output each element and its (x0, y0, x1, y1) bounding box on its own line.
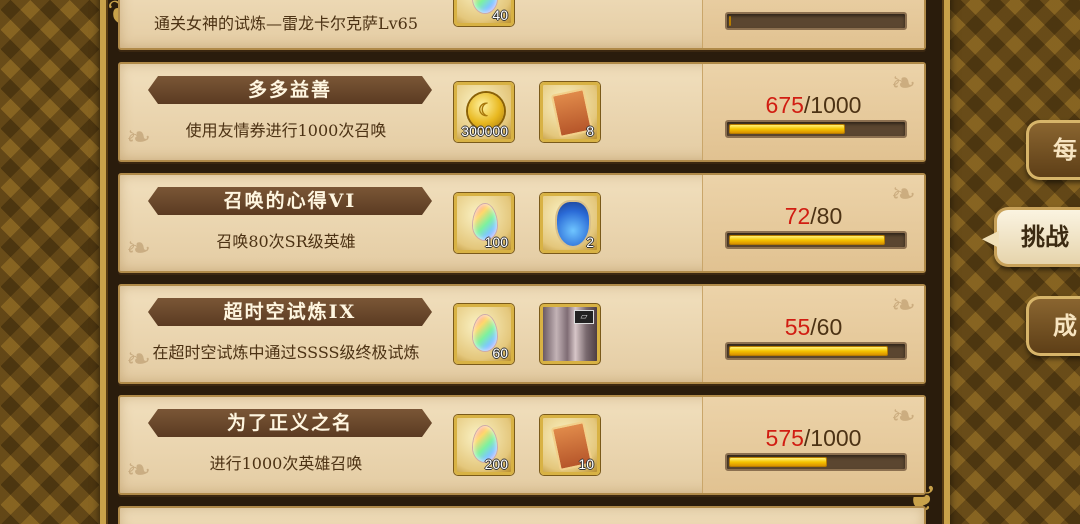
progress-count: 575/1000 (703, 425, 924, 452)
progress-bar (725, 453, 907, 471)
reward-slot[interactable]: 100 (454, 193, 514, 253)
reward-qty: 40 (492, 7, 508, 23)
mission-card-1[interactable]: ❧ 675/1000 ❧ 多多益善 使用友情券进行1000次召唤 ☾ 30000… (118, 62, 926, 162)
image-badge-icon: ▱ (574, 310, 594, 324)
left-decoration (0, 0, 100, 524)
progress-current: 72 (784, 203, 811, 229)
progress-bar (725, 120, 907, 138)
tab-label: 成 (1053, 311, 1077, 340)
reward-slot[interactable]: ☾ 300000 (454, 82, 514, 142)
reward-slot[interactable]: 8 (540, 82, 600, 142)
progress-bar (725, 12, 907, 30)
progress-panel: ❧ 575/1000 (702, 397, 924, 493)
potion-icon (557, 202, 589, 246)
mission-description: 使用友情券进行1000次召唤 (185, 121, 387, 140)
progress-panel: ❧ 675/1000 (702, 64, 924, 160)
mission-card-5[interactable] (118, 506, 926, 524)
progress-fill (729, 124, 846, 134)
mission-title: 召唤的心得VI (148, 187, 432, 215)
mission-card-0[interactable]: 通关女神的试炼—雷龙卡尔克萨Lv65 40 (118, 0, 926, 50)
tab-challenge[interactable]: 挑战 (994, 207, 1080, 267)
mission-card-2[interactable]: ❧ 72/80 ❧ 召唤的心得VI 召唤80次SR级英雄 100 2 (118, 173, 926, 273)
reward-qty: 2 (586, 234, 594, 250)
reward-slot[interactable]: ▱ (540, 304, 600, 364)
progress-count: 72/80 (703, 203, 924, 230)
progress-panel: ❧ 72/80 (702, 175, 924, 271)
reward-qty: 100 (484, 234, 508, 250)
reward-slot[interactable]: 60 (454, 304, 514, 364)
reward-qty: 200 (484, 456, 508, 472)
mission-title: 为了正义之名 (148, 409, 432, 437)
mission-card-3[interactable]: ❧ 55/60 ❧ 超时空试炼IX 在超时空试炼中通过SSSS级终极试炼 60 … (118, 284, 926, 384)
selected-arrow-icon: ◀ (982, 226, 999, 251)
progress-bar (725, 342, 907, 360)
progress-fill (729, 457, 828, 467)
reward-qty: 8 (586, 123, 594, 139)
mission-description: 召唤80次SR级英雄 (216, 232, 356, 251)
mission-description: 通关女神的试炼—雷龙卡尔克萨Lv65 (153, 14, 419, 33)
reward-slot[interactable]: 40 (454, 0, 514, 26)
mission-description: 在超时空试炼中通过SSSS级终极试炼 (152, 343, 420, 362)
reward-qty: 60 (492, 345, 508, 361)
reward-slot[interactable]: 2 (540, 193, 600, 253)
mission-description: 进行1000次英雄召唤 (209, 454, 363, 473)
reward-slot[interactable]: 200 (454, 415, 514, 475)
progress-total: /80 (810, 203, 843, 229)
reward-qty: 300000 (461, 123, 508, 139)
progress-bar (725, 231, 907, 249)
mission-card-4[interactable]: ❧ 575/1000 ❧ 为了正义之名 进行1000次英雄召唤 200 10 (118, 395, 926, 495)
progress-total: /1000 (803, 92, 862, 118)
mission-title: 多多益善 (148, 76, 432, 104)
reward-qty: 10 (578, 456, 594, 472)
tab-daily[interactable]: 每 (1026, 120, 1080, 180)
progress-count: 675/1000 (703, 92, 924, 119)
tab-label: 挑战 (1021, 222, 1069, 251)
mission-title: 超时空试炼IX (148, 298, 432, 326)
progress-current: 575 (765, 425, 804, 451)
reward-slot[interactable]: 10 (540, 415, 600, 475)
progress-current: 55 (784, 314, 811, 340)
progress-count: 55/60 (703, 314, 924, 341)
progress-fill (729, 235, 886, 245)
tab-label: 每 (1053, 135, 1077, 164)
progress-panel (702, 0, 924, 48)
progress-total: /60 (810, 314, 843, 340)
tab-achievement[interactable]: 成 (1026, 296, 1080, 356)
progress-current: 675 (765, 92, 804, 118)
progress-panel: ❧ 55/60 (702, 286, 924, 382)
progress-total: /1000 (803, 425, 862, 451)
progress-fill (729, 16, 731, 26)
progress-fill (729, 346, 889, 356)
